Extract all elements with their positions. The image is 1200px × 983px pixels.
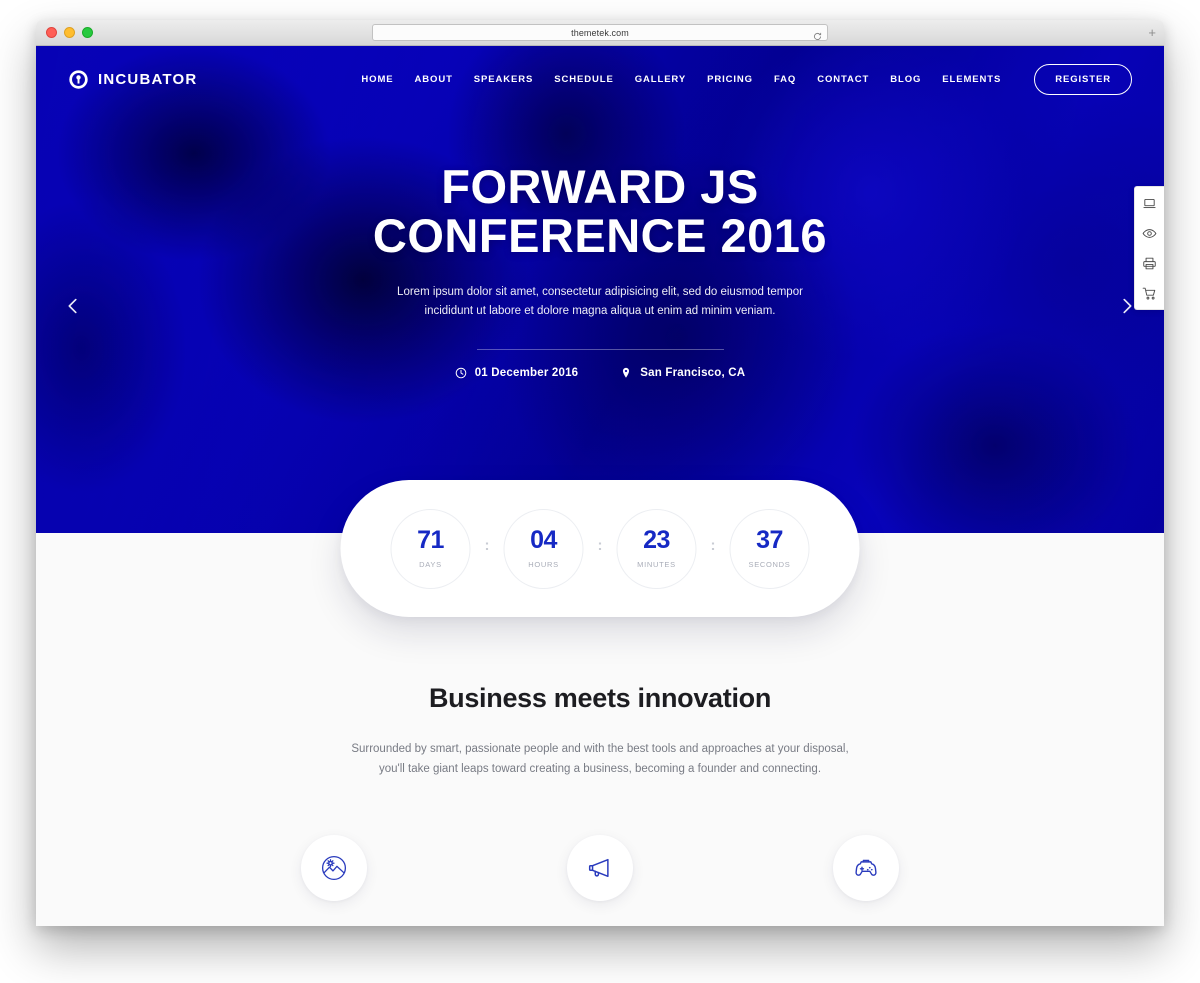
gamepad-icon [852,854,880,882]
chevron-left-icon[interactable] [62,295,84,317]
countdown-days-value: 71 [417,526,444,554]
close-window-button[interactable] [46,27,57,38]
event-date-text: 01 December 2016 [474,367,579,380]
feature-good-time[interactable]: Good time [733,835,999,926]
site-logo[interactable]: INCUBATOR [68,69,197,90]
countdown-minutes-value: 23 [643,526,670,554]
event-date: 01 December 2016 [455,367,579,379]
maximize-window-button[interactable] [82,27,93,38]
countdown-minutes-label: MINUTES [637,560,676,569]
nav-item-about[interactable]: ABOUT [415,74,453,85]
hero-meta: 01 December 2016 San Francisco, CA [36,367,1164,379]
countdown-seconds-value: 37 [756,526,783,554]
side-toolbar [1134,186,1164,310]
countdown-days-label: DAYS [419,560,442,569]
countdown-widget: 71 DAYS : 04 HOURS : 23 MINUTES : 37 SEC… [340,480,860,617]
feature-icon-circle [833,835,899,901]
countdown-days: 71 DAYS [390,508,471,589]
section-subtitle: Surrounded by smart, passionate people a… [340,739,860,779]
hero-divider [476,349,724,351]
window-controls [46,27,93,38]
eye-icon[interactable] [1139,223,1161,243]
feature-latest-trends[interactable]: Latest trends [467,835,733,926]
hero-title-line-2: CONFERENCE 2016 [372,209,828,263]
countdown-card: 71 DAYS : 04 HOURS : 23 MINUTES : 37 SEC… [340,480,860,617]
nav-links: HOME ABOUT SPEAKERS SCHEDULE GALLERY PRI… [361,63,1132,95]
nav-item-pricing[interactable]: PRICING [707,74,753,85]
printer-icon[interactable] [1139,253,1161,273]
countdown-hours-label: HOURS [528,560,559,569]
reload-icon[interactable] [813,28,822,40]
landscape-sun-icon [320,854,348,882]
section-subtitle-line-2: take giant leaps toward creating a busin… [408,763,822,775]
new-tab-button[interactable]: + [1148,26,1156,39]
hero-content: FORWARD JS CONFERENCE 2016 Lorem ipsum d… [36,112,1164,380]
url-text: themetek.com [571,27,629,38]
nav-item-speakers[interactable]: SPEAKERS [474,74,533,85]
nav-item-schedule[interactable]: SCHEDULE [554,74,613,85]
cart-icon[interactable] [1139,283,1161,303]
nav-item-home[interactable]: HOME [361,74,393,85]
countdown-seconds: 37 SECONDS [729,508,810,589]
feature-best-location[interactable]: Best location [201,835,467,926]
feature-list: Best location Latest tren [36,835,1164,926]
page-viewport: INCUBATOR HOME ABOUT SPEAKERS SCHEDULE G… [36,46,1164,926]
countdown-seconds-label: SECONDS [748,560,791,569]
hero-subtitle-line-2: incididunt ut labore et dolore magna ali… [424,305,776,318]
feature-icon-circle [301,835,367,901]
nav-item-blog[interactable]: BLOG [890,74,921,85]
hero-section: INCUBATOR HOME ABOUT SPEAKERS SCHEDULE G… [36,46,1164,533]
countdown-minutes: 23 MINUTES [616,508,697,589]
countdown-hours: 04 HOURS [503,508,584,589]
hero-subtitle-line-1: Lorem ipsum dolor sit amet, consectetur … [397,285,803,298]
browser-window: themetek.com + INCUBATOR HOME ABOUT SPEA… [36,20,1164,926]
countdown-separator-1: : [484,537,490,554]
countdown-hours-value: 04 [530,526,557,554]
event-location-text: San Francisco, CA [640,367,746,380]
browser-titlebar: themetek.com + [36,20,1164,46]
event-location: San Francisco, CA [620,367,745,379]
incubator-logo-icon [68,69,89,90]
laptop-icon[interactable] [1139,193,1161,213]
site-logo-text: INCUBATOR [98,70,198,88]
minimize-window-button[interactable] [64,27,75,38]
countdown-separator-3: : [710,537,716,554]
site-navbar: INCUBATOR HOME ABOUT SPEAKERS SCHEDULE G… [36,46,1164,112]
nav-item-gallery[interactable]: GALLERY [635,74,686,85]
megaphone-icon [586,854,614,882]
hero-title-line-1: FORWARD JS [441,160,759,213]
nav-item-faq[interactable]: FAQ [774,74,796,85]
feature-icon-circle [567,835,633,901]
hero-subtitle: Lorem ipsum dolor sit amet, consectetur … [390,283,810,323]
nav-item-contact[interactable]: CONTACT [817,74,869,85]
address-bar[interactable]: themetek.com [372,24,828,41]
hero-title: FORWARD JS CONFERENCE 2016 [36,162,1164,261]
register-button[interactable]: REGISTER [1034,63,1132,95]
clock-icon [455,367,467,379]
countdown-separator-2: : [597,537,603,554]
nav-item-elements[interactable]: ELEMENTS [942,74,1001,85]
map-pin-icon [620,367,632,379]
section-title: Business meets innovation [428,683,772,713]
